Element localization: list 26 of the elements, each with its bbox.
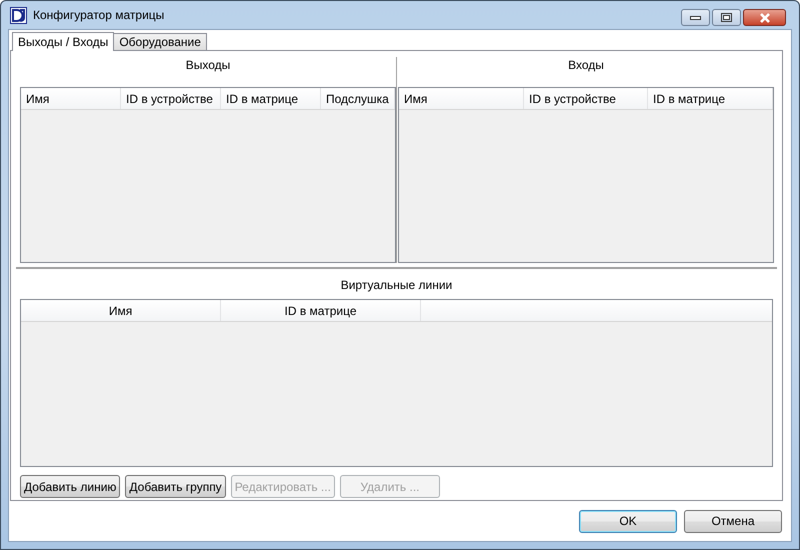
column-header[interactable]: Имя xyxy=(21,88,121,109)
section-title: Входы xyxy=(567,57,605,74)
column-header[interactable]: ID в матрице xyxy=(221,88,321,109)
column-header[interactable]: Подслушка xyxy=(321,88,395,109)
maximize-button[interactable] xyxy=(712,9,741,26)
app-logo-icon xyxy=(10,6,27,24)
tab[interactable]: Выходы / Входы xyxy=(12,32,114,51)
tab[interactable]: Оборудование xyxy=(113,33,207,50)
action-button[interactable]: Добавить линию xyxy=(20,475,120,498)
action-button[interactable]: Добавить группу xyxy=(125,475,226,498)
window-title: Конфигуратор матрицы xyxy=(33,8,166,22)
minimize-button[interactable] xyxy=(681,9,710,26)
column-header[interactable]: ID в устройстве xyxy=(524,88,648,109)
maximize-icon xyxy=(721,13,732,22)
close-button[interactable] xyxy=(743,9,786,26)
column-header[interactable]: ID в матрице xyxy=(648,88,773,109)
close-icon xyxy=(758,12,770,22)
column-header[interactable]: Имя xyxy=(21,300,221,321)
section-title: Виртуальные линии xyxy=(340,278,454,294)
column-header[interactable]: Имя xyxy=(399,88,524,109)
column-header[interactable]: ID в устройстве xyxy=(121,88,221,109)
column-header[interactable]: ID в матрице xyxy=(221,300,421,321)
section-title: Выходы xyxy=(184,57,232,74)
minimize-icon xyxy=(690,16,701,20)
dialog-button[interactable]: OK xyxy=(579,510,677,532)
dialog-button[interactable]: Отмена xyxy=(684,510,782,532)
